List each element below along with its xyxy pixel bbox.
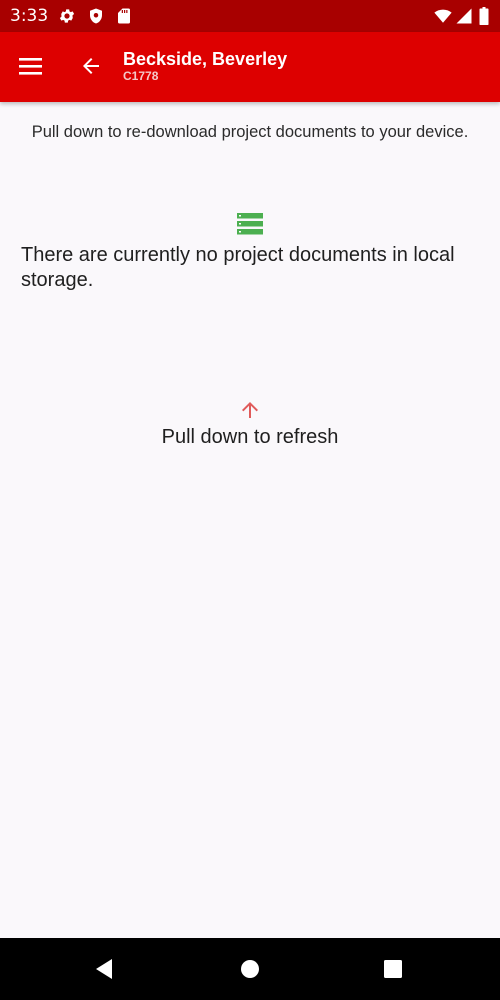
app-bar: Beckside, Beverley C1778 — [0, 32, 500, 102]
status-bar: 3:33 — [0, 0, 500, 32]
shield-icon — [90, 8, 102, 24]
arrow-up-icon — [242, 402, 258, 418]
back-button[interactable] — [68, 43, 114, 89]
system-nav-bar — [0, 938, 500, 1000]
recents-square-icon — [384, 960, 402, 978]
pull-down-hint: Pull down to re-download project documen… — [31, 123, 469, 141]
nav-home-button[interactable] — [230, 949, 270, 989]
menu-button[interactable] — [8, 43, 54, 89]
nav-back-button[interactable] — [84, 949, 124, 989]
nav-recents-button[interactable] — [373, 949, 413, 989]
status-time: 3:33 — [10, 6, 49, 26]
app-title: Beckside, Beverley — [123, 49, 288, 69]
wifi-icon — [434, 9, 452, 23]
pull-to-refresh-label: Pull down to refresh — [161, 426, 339, 448]
hamburger-menu-icon — [19, 58, 42, 75]
home-circle-icon — [241, 960, 259, 978]
storage-icon — [237, 213, 263, 235]
back-triangle-icon — [96, 959, 112, 979]
signal-icon — [456, 8, 472, 24]
empty-storage-message: There are currently no project documents… — [21, 244, 455, 291]
battery-icon — [479, 7, 489, 25]
arrow-back-icon — [83, 58, 99, 74]
sd-card-icon — [118, 8, 130, 24]
app-screen: 3:33 Beckside, Beverley C1778 Pull down … — [0, 0, 500, 1000]
settings-icon — [59, 9, 75, 23]
app-subtitle: C1778 — [123, 69, 159, 83]
